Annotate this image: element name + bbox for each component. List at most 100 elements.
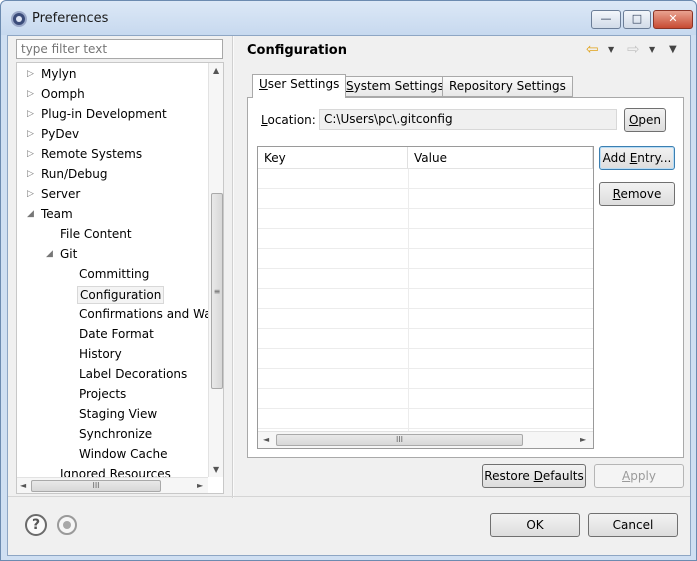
table-row[interactable] [258, 169, 593, 189]
tree-item[interactable]: Committing [17, 265, 207, 285]
tree-item[interactable]: ▷ Remote Systems [17, 145, 207, 165]
maximize-button[interactable]: □ [623, 10, 651, 29]
close-button[interactable]: ✕ [653, 10, 693, 29]
tree-item-label: Configuration [77, 286, 165, 304]
table-row[interactable] [258, 349, 593, 369]
tree-item-label: Plug-in Development [41, 107, 167, 121]
table-row[interactable] [258, 409, 593, 429]
tree-item[interactable]: Projects [17, 385, 207, 405]
table-row[interactable] [258, 189, 593, 209]
expand-arrow-icon[interactable]: ▷ [27, 125, 39, 143]
location-field[interactable]: C:\Users\pc\.gitconfig [319, 109, 617, 130]
tab-repository-settings[interactable]: Repository Settings [442, 76, 573, 97]
filter-input[interactable] [16, 39, 223, 59]
tree-vertical-scrollbar[interactable]: ▲ ≡ ▼ [208, 63, 223, 477]
expand-arrow-icon[interactable]: ▷ [27, 145, 39, 163]
table-row[interactable] [258, 249, 593, 269]
tree-item[interactable]: ◢ Git [17, 245, 207, 265]
tree-item-label: Remote Systems [41, 147, 143, 161]
tree-item[interactable]: ◢ Team [17, 205, 207, 225]
table-row[interactable] [258, 369, 593, 389]
table-row[interactable] [258, 229, 593, 249]
tab-system-settings-label: ystem Settings [353, 79, 444, 93]
record-icon[interactable] [57, 515, 77, 535]
tree-item[interactable]: ▷ Server [17, 185, 207, 205]
table-row[interactable] [258, 289, 593, 309]
tree-item[interactable]: ▷ Oomph [17, 85, 207, 105]
scroll-down-icon[interactable]: ▼ [213, 465, 219, 474]
tree-item[interactable]: Synchronize [17, 425, 207, 445]
expand-arrow-icon[interactable]: ▷ [27, 85, 39, 103]
help-icon[interactable]: ? [25, 514, 47, 536]
collapse-arrow-icon[interactable]: ◢ [27, 205, 39, 223]
expand-arrow-icon[interactable]: ▷ [27, 165, 39, 183]
tree-item-label: File Content [60, 227, 132, 241]
add-entry-button[interactable]: Add Entry... [599, 146, 675, 170]
tree-item[interactable]: ▷ Mylyn [17, 65, 207, 85]
table-row[interactable] [258, 209, 593, 229]
tree-item[interactable]: File Content [17, 225, 207, 245]
scroll-right-icon[interactable]: ► [197, 481, 203, 490]
tree-item-label: Git [60, 247, 78, 261]
tree-item[interactable]: History [17, 345, 207, 365]
tree-item[interactable]: ▷ Run/Debug [17, 165, 207, 185]
tree-item[interactable]: Label Decorations [17, 365, 207, 385]
remove-button[interactable]: Remove [599, 182, 675, 206]
remove-label: emove [620, 187, 662, 201]
expand-arrow-icon[interactable]: ▷ [27, 185, 39, 203]
tree-vertical-scroll-thumb[interactable]: ≡ [211, 193, 223, 389]
eclipse-app-icon [11, 11, 27, 27]
location-label-text: ocation: [267, 113, 316, 127]
collapse-arrow-icon[interactable]: ◢ [46, 245, 58, 263]
table-horizontal-scrollbar[interactable]: ◄ III ► [258, 431, 593, 448]
table-row[interactable] [258, 309, 593, 329]
tab-user-settings-mnemonic: U [259, 77, 268, 91]
open-button[interactable]: Open [624, 108, 666, 132]
restore-defaults-button[interactable]: Restore Defaults [482, 464, 586, 488]
panel-sash[interactable] [232, 36, 234, 498]
table-row[interactable] [258, 389, 593, 409]
back-history-dropdown-icon[interactable]: ▼ [608, 45, 614, 54]
tree-item[interactable]: Confirmations and Wa [17, 305, 212, 325]
config-table[interactable]: Key Value ◄ III ► [257, 146, 594, 449]
minimize-button[interactable]: — [591, 10, 621, 29]
tree-item-label: Window Cache [79, 447, 168, 461]
scroll-up-icon[interactable]: ▲ [213, 66, 219, 75]
cancel-button[interactable]: Cancel [588, 513, 678, 537]
dialog-client-area: ▷Mylyn▷Oomph▷Plug-in Development▷PyDev▷R… [7, 35, 691, 556]
restore-label-suffix: efaults [542, 469, 584, 483]
tab-user-settings[interactable]: User Settings [252, 74, 347, 98]
table-row[interactable] [258, 329, 593, 349]
column-header-value[interactable]: Value [408, 147, 593, 169]
table-scroll-right-icon[interactable]: ► [580, 435, 586, 444]
column-header-key[interactable]: Key [258, 147, 408, 169]
forward-arrow-icon[interactable]: ⇨ [627, 40, 640, 58]
add-entry-label-suffix: ntry... [637, 151, 672, 165]
scroll-left-icon[interactable]: ◄ [20, 481, 26, 490]
tree-item[interactable]: Window Cache [17, 445, 207, 465]
tree-item[interactable]: Configuration [17, 285, 207, 305]
title-bar[interactable]: Preferences — □ ✕ [1, 1, 696, 35]
tree-horizontal-scrollbar[interactable]: ◄ III ► [17, 477, 208, 493]
apply-button[interactable]: Apply [594, 464, 684, 488]
expand-arrow-icon[interactable]: ▷ [27, 105, 39, 123]
ok-button[interactable]: OK [490, 513, 580, 537]
tree-horizontal-scroll-thumb[interactable]: III [31, 480, 161, 492]
forward-history-dropdown-icon[interactable]: ▼ [649, 45, 655, 54]
tree-item[interactable]: ▷ Plug-in Development [17, 105, 207, 125]
table-scroll-left-icon[interactable]: ◄ [263, 435, 269, 444]
preference-tree[interactable]: ▷ Mylyn ▷ Oomph ▷ Plug-in Development ▷ PyDev ▷ R… [16, 62, 224, 494]
expand-arrow-icon[interactable]: ▷ [27, 65, 39, 83]
view-menu-icon[interactable]: ▼ [669, 44, 677, 55]
tree-item-label: Date Format [79, 327, 154, 341]
apply-label: pply [630, 469, 656, 483]
table-row[interactable] [258, 269, 593, 289]
tree-item[interactable]: ▷ PyDev [17, 125, 207, 145]
tree-item[interactable]: Staging View [17, 405, 207, 425]
table-horizontal-scroll-thumb[interactable]: III [276, 434, 523, 446]
tab-system-settings[interactable]: System Settings [339, 76, 451, 97]
tree-item-label: PyDev [41, 127, 80, 141]
tree-item[interactable]: Date Format [17, 325, 207, 345]
tab-system-settings-mnemonic: S [346, 79, 354, 93]
back-arrow-icon[interactable]: ⇦ [586, 40, 599, 58]
